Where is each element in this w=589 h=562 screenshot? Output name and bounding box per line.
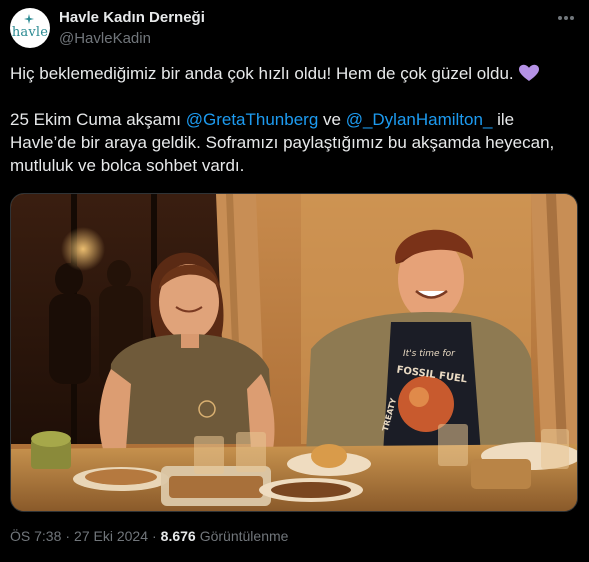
dinner-photo: It's time for FOSSIL FUEL TREATY <box>11 194 577 511</box>
author-display-name[interactable]: Havle Kadın Derneği <box>59 9 205 26</box>
avatar-logo-text: havle <box>11 25 49 40</box>
mention-dylan[interactable]: @_DylanHamilton_ <box>346 110 493 129</box>
author-name-row: Havle Kadın Derneği <box>59 9 205 26</box>
tweet-paragraph-2: 25 Ekim Cuma akşamı @GretaThunberg ve @_… <box>10 108 575 177</box>
meta-separator: · <box>65 528 71 544</box>
tweet-line-1: Hiç beklemediğimiz bir anda çok hızlı ol… <box>10 64 514 83</box>
tweet-p2-mid: ve <box>318 110 346 129</box>
sparkle-icon <box>24 14 34 24</box>
more-options-icon[interactable] <box>554 10 578 26</box>
author-avatar[interactable]: havle <box>10 8 50 48</box>
tweet: havle Havle Kadın Derneği @HavleKadin Hi… <box>0 0 589 562</box>
views-label: Görüntülenme <box>199 528 289 544</box>
tweet-time[interactable]: ÖS 7:38 <box>10 528 61 544</box>
shirt-text-1: It's time for <box>403 349 456 359</box>
tweet-paragraph-1: Hiç beklemediğimiz bir anda çok hızlı ol… <box>10 62 575 85</box>
purple-heart-icon <box>518 64 539 81</box>
tweet-meta: ÖS 7:38 · 27 Eki 2024 · 8.676 Görüntülen… <box>10 528 288 544</box>
views-count: 8.676 <box>160 528 196 544</box>
meta-separator-2: · <box>152 528 157 544</box>
tweet-date[interactable]: 27 Eki 2024 <box>74 528 148 544</box>
tweet-photo[interactable]: It's time for FOSSIL FUEL TREATY <box>10 193 578 512</box>
tweet-text: Hiç beklemediğimiz bir anda çok hızlı ol… <box>10 62 575 177</box>
author-handle[interactable]: @HavleKadin <box>59 30 151 47</box>
mention-greta[interactable]: @GretaThunberg <box>186 110 319 129</box>
tweet-p2-prefix: 25 Ekim Cuma akşamı <box>10 110 186 129</box>
